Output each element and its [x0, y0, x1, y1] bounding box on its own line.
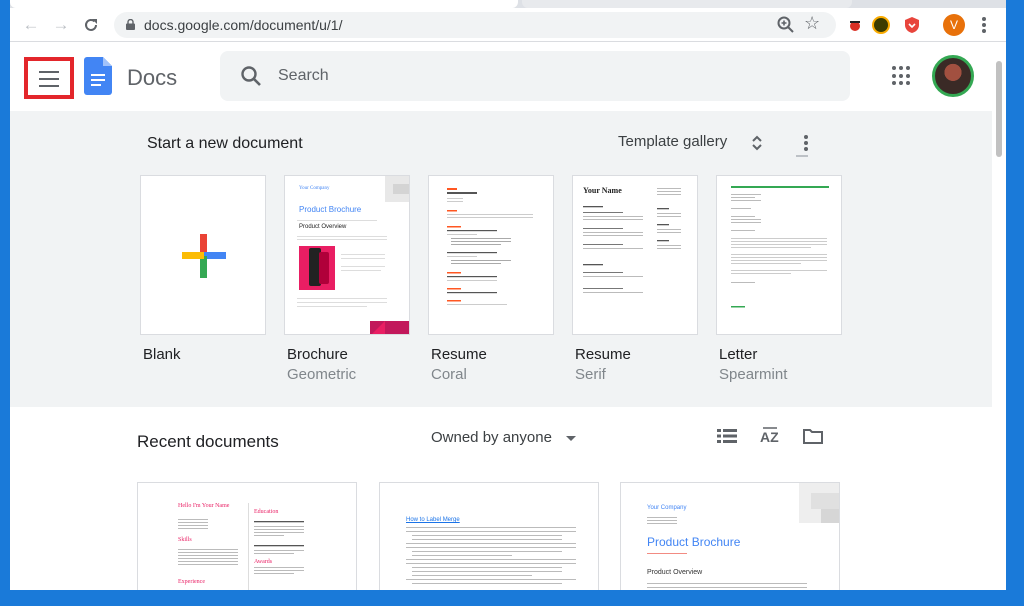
search-box[interactable]: Search	[220, 51, 850, 101]
template-brochure-geometric[interactable]: Your Company Product Brochure Product Ov…	[284, 175, 410, 335]
dropdown-caret-icon[interactable]	[566, 436, 576, 441]
recent-thumb-overview: Product Overview	[647, 569, 703, 576]
template-name-resume-coral: Resume	[431, 346, 487, 363]
url-text: docs.google.com/document/u/1/	[144, 17, 343, 33]
docs-header: Docs Search	[10, 43, 1006, 111]
browser-menu-icon[interactable]	[978, 15, 990, 35]
thumb-title: Product Brochure	[299, 205, 362, 214]
thumb-overview: Product Overview	[299, 224, 347, 230]
docs-logo-icon	[84, 57, 112, 95]
zoom-icon[interactable]	[776, 15, 796, 35]
sort-az-icon[interactable]: AZ	[759, 426, 781, 446]
recent-thumb-experience: Experience	[178, 579, 205, 585]
template-resume-serif[interactable]: Your Name	[572, 175, 698, 335]
lock-icon	[126, 19, 135, 30]
template-gallery-button[interactable]: Template gallery	[618, 133, 727, 150]
recent-thumb-company: Your Company	[647, 505, 687, 511]
recent-thumb-skills: Skills	[178, 537, 192, 543]
template-sub-resume-coral: Coral	[431, 366, 467, 383]
recent-thumb-brochure-title: Product Brochure	[647, 535, 741, 549]
template-name-resume-serif: Resume	[575, 346, 631, 363]
browser-tab-active[interactable]	[10, 0, 518, 8]
start-new-document-section: Start a new document Template gallery Yo…	[10, 111, 992, 407]
recent-thumb-link: How to Label Merge	[406, 517, 460, 523]
recent-thumb-education: Education	[254, 509, 279, 515]
recent-document-brochure[interactable]: Your Company Product Brochure Product Ov…	[620, 482, 840, 590]
extension-shield-icon[interactable]	[903, 16, 921, 34]
extension-gold-icon[interactable]	[872, 16, 890, 34]
page-scrollbar[interactable]	[992, 43, 1006, 590]
recent-documents-title: Recent documents	[137, 432, 279, 451]
recent-document-label-merge[interactable]: How to Label Merge	[379, 482, 599, 590]
app-title: Docs	[127, 65, 178, 90]
template-name-brochure: Brochure	[287, 346, 348, 363]
profile-avatar[interactable]: V	[943, 14, 965, 36]
search-icon	[241, 66, 261, 86]
template-name-blank: Blank	[143, 346, 181, 363]
account-avatar[interactable]	[932, 55, 974, 97]
template-sub-brochure: Geometric	[287, 366, 357, 383]
more-options-icon[interactable]	[796, 133, 810, 157]
thumb-your-name: Your Name	[583, 186, 622, 195]
folder-icon[interactable]	[802, 426, 824, 446]
bookmark-star-icon[interactable]: ☆	[804, 13, 820, 34]
template-letter-spearmint[interactable]	[716, 175, 842, 335]
back-icon[interactable]: ←	[20, 14, 42, 36]
template-sub-resume-serif: Serif	[575, 366, 606, 383]
template-name-letter: Letter	[719, 346, 758, 363]
list-view-icon[interactable]	[716, 426, 738, 446]
owner-filter-dropdown[interactable]: Owned by anyone	[431, 429, 552, 446]
extension-red-icon[interactable]	[846, 16, 864, 34]
template-sub-letter: Spearmint	[719, 366, 788, 383]
thumb-company: Your Company	[299, 186, 330, 191]
scrollbar-thumb[interactable]	[996, 61, 1002, 157]
browser-tab[interactable]	[522, 0, 852, 8]
unfold-icon[interactable]	[750, 133, 764, 153]
forward-icon[interactable]: →	[50, 14, 72, 36]
main-menu-icon[interactable]	[24, 57, 74, 99]
google-plus-icon	[182, 234, 226, 278]
browser-window: ← → docs.google.com/document/u/1/ ☆ V Do…	[10, 0, 1006, 590]
template-blank[interactable]	[140, 175, 266, 335]
reload-icon[interactable]	[80, 14, 102, 36]
template-resume-coral[interactable]	[428, 175, 554, 335]
recent-thumb-name: Hello I'm Your Name	[178, 503, 230, 509]
google-apps-icon[interactable]	[892, 66, 912, 86]
recent-thumb-awards: Awards	[254, 559, 273, 565]
start-new-document-title: Start a new document	[147, 135, 303, 152]
tab-strip	[10, 0, 1006, 8]
browser-toolbar: ← → docs.google.com/document/u/1/ ☆ V	[10, 8, 1006, 42]
address-bar[interactable]: docs.google.com/document/u/1/ ☆	[114, 12, 836, 38]
search-input[interactable]: Search	[278, 67, 329, 85]
recent-document-resume[interactable]: Hello I'm Your Name Education Skills Awa…	[137, 482, 357, 590]
svg-text:AZ: AZ	[760, 429, 779, 445]
